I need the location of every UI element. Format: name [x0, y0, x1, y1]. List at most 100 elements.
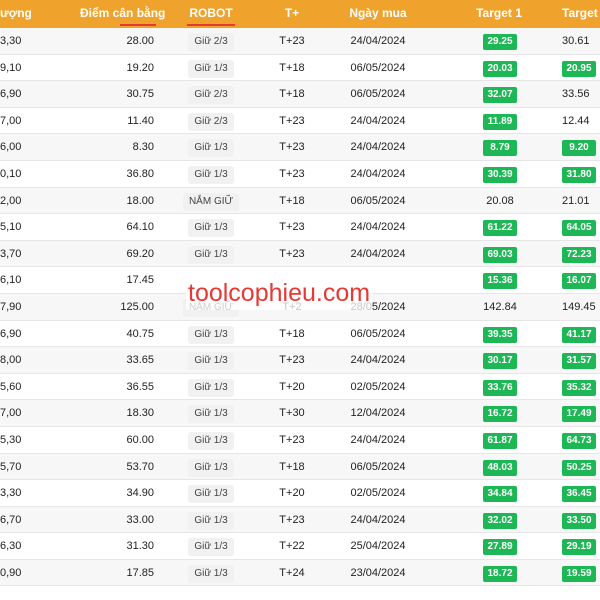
balance-cell: 18.00 — [126, 194, 154, 207]
t-plus-cell: T+23 — [279, 114, 305, 127]
buy-date-cell: 24/04/2024 — [350, 433, 406, 446]
target-1-cell-value: 15.36 — [483, 273, 517, 290]
robot-status-badge-value: Giữ 1/3 — [188, 564, 234, 583]
balance-cell: 31.30 — [126, 540, 154, 553]
balance-cell: 30.75 — [126, 88, 154, 101]
t-plus-cell: T+23 — [279, 141, 305, 154]
target-1-cell: 142.84 — [476, 294, 524, 320]
target-1-cell: 69.03 — [476, 241, 524, 267]
table-row[interactable]: 9,10 19.20 Giữ 1/3 T+18 06/05/2024 20.03 20.95 — [0, 54, 600, 82]
buy-date-cell: 24/04/2024 — [350, 513, 406, 526]
robot-status-badge: NẮM GIỮ — [180, 188, 242, 214]
balance-cell: 19.20 — [126, 61, 154, 74]
target-2-cell: 50.25 — [562, 454, 600, 480]
target-1-cell-value: 18.72 — [483, 565, 517, 582]
robot-status-badge: Giữ 2/3 — [180, 28, 242, 54]
target-2-cell-value: 33.56 — [562, 88, 590, 101]
robot-status-badge: Giữ 1/3 — [180, 55, 242, 81]
price-cell: 7,00 — [0, 407, 22, 420]
price-cell: 3,30 — [0, 35, 22, 47]
robot-status-badge: Giữ 1/3 — [180, 427, 242, 453]
target-2-cell-value: 35.32 — [562, 379, 596, 396]
target-2-cell-value: 36.45 — [562, 486, 596, 503]
target-2-cell-value: 16.07 — [562, 273, 596, 290]
target-1-cell: 20.03 — [476, 55, 524, 81]
balance-cell: 60.00 — [126, 433, 154, 446]
t-plus-cell: T+18 — [279, 327, 305, 340]
table-row[interactable]: 6,90 40.75 Giữ 1/3 T+18 06/05/2024 39.35 41.17 — [0, 320, 600, 348]
target-2-cell: 41.17 — [562, 321, 600, 347]
t-plus-cell: T+22 — [279, 540, 305, 553]
target-2-cell: 17.49 — [562, 400, 600, 426]
target-2-cell: 33.56 — [562, 81, 600, 107]
price-cell: 5,70 — [0, 460, 22, 473]
header-target-2[interactable]: Target 2 — [562, 0, 600, 28]
table-row[interactable]: 3,70 69.20 Giữ 1/3 T+23 24/04/2024 69.03 72.23 — [0, 240, 600, 268]
table-row[interactable]: 2,00 18.00 NẮM GIỮ T+18 06/05/2024 20.08 21.01 — [0, 187, 600, 215]
robot-status-badge-value: Giữ 1/3 — [188, 458, 234, 477]
table-row[interactable]: 3,30 34.90 Giữ 1/3 T+20 02/05/2024 34.84 36.45 — [0, 480, 600, 507]
price-cell: 0,90 — [0, 566, 22, 579]
price-cell: 6,90 — [0, 327, 22, 340]
target-2-cell-value: 149.45 — [562, 300, 596, 313]
t-plus-cell: T+23 — [279, 247, 305, 260]
table-row[interactable]: 6,30 31.30 Giữ 1/3 T+22 25/04/2024 27.89 29.19 — [0, 533, 600, 560]
price-cell: 3,70 — [0, 247, 22, 260]
buy-date-cell: 25/04/2024 — [350, 540, 406, 553]
table-row[interactable]: 5,60 36.55 Giữ 1/3 T+20 02/05/2024 33.76 35.32 — [0, 373, 600, 401]
target-1-cell: 61.22 — [476, 214, 524, 240]
table-row[interactable]: 7,00 18.30 Giữ 1/3 T+30 12/04/2024 16.72 17.49 — [0, 400, 600, 427]
target-2-cell-value: 33.50 — [562, 512, 596, 529]
robot-status-badge-value: Giữ 1/3 — [188, 165, 234, 184]
target-1-cell-value: 29.25 — [483, 34, 517, 50]
table-row[interactable]: 6,70 33.00 Giữ 1/3 T+23 24/04/2024 32.02 33.50 — [0, 506, 600, 534]
target-1-cell-value: 32.07 — [483, 87, 517, 104]
target-2-cell: 21.01 — [562, 188, 600, 214]
table-header: ượng Điểm cân bằng ROBOT T+ Ngày mua Tar… — [0, 0, 600, 28]
table-row[interactable]: 5,70 53.70 Giữ 1/3 T+18 06/05/2024 48.03 50.25 — [0, 453, 600, 481]
target-2-cell-value: 29.19 — [562, 539, 596, 556]
table-row[interactable]: 6,90 30.75 Giữ 2/3 T+18 06/05/2024 32.07 33.56 — [0, 81, 600, 108]
target-2-cell-value: 17.49 — [562, 406, 596, 423]
t-plus-cell: T+20 — [279, 487, 305, 500]
table-row[interactable]: 5,30 60.00 Giữ 1/3 T+23 24/04/2024 61.87 64.73 — [0, 426, 600, 454]
balance-cell: 40.75 — [126, 327, 154, 340]
price-cell: 2,00 — [0, 194, 22, 207]
balance-cell: 34.90 — [126, 487, 154, 500]
t-plus-cell: T+18 — [279, 61, 305, 74]
table-row[interactable]: 0,10 36.80 Giữ 1/3 T+23 24/04/2024 30.39 31.80 — [0, 160, 600, 188]
table-row[interactable]: 3,30 28.00 Giữ 2/3 T+23 24/04/2024 29.25 30.61 — [0, 28, 600, 55]
robot-status-badge: Giữ 1/3 — [180, 241, 242, 267]
balance-cell: 11.40 — [127, 114, 154, 127]
target-1-cell-value: 30.17 — [483, 353, 517, 370]
robot-status-badge-value: Giữ 1/3 — [188, 245, 234, 264]
target-1-cell: 30.17 — [476, 347, 524, 373]
balance-cell: 17.85 — [126, 566, 154, 579]
header-price[interactable]: ượng — [0, 0, 32, 28]
robot-status-badge-value: Giữ 1/3 — [188, 139, 234, 158]
robot-status-badge: Giữ 1/3 — [180, 454, 242, 480]
target-2-cell: 33.50 — [562, 507, 600, 533]
robot-status-badge-value: Giữ 1/3 — [188, 378, 234, 397]
robot-status-badge: Giữ 1/3 — [180, 400, 242, 426]
target-1-cell: 34.84 — [476, 480, 524, 506]
target-1-cell: 8.79 — [476, 134, 524, 160]
header-buy-date[interactable]: Ngày mua — [340, 0, 416, 28]
table-row[interactable]: 7,00 11.40 Giữ 2/3 T+23 24/04/2024 11.89 12.44 — [0, 107, 600, 135]
target-1-cell: 32.02 — [476, 507, 524, 533]
target-2-cell-value: 64.05 — [562, 220, 596, 237]
table-row[interactable]: 8,00 33.65 Giữ 1/3 T+23 24/04/2024 30.17 31.57 — [0, 347, 600, 374]
table-row[interactable]: 6,00 8.30 Giữ 1/3 T+23 24/04/2024 8.79 9.20 — [0, 134, 600, 161]
header-t-plus[interactable]: T+ — [268, 0, 316, 28]
robot-status-badge: Giữ 1/3 — [180, 533, 242, 559]
target-1-cell: 61.87 — [476, 427, 524, 453]
table-row[interactable]: 5,10 64.10 Giữ 1/3 T+23 24/04/2024 61.22 64.05 — [0, 214, 600, 241]
balance-cell: 17.45 — [126, 274, 154, 287]
price-cell: 6,00 — [0, 141, 22, 154]
t-plus-cell: T+18 — [279, 194, 305, 207]
header-target-1[interactable]: Target 1 — [466, 0, 532, 28]
target-2-cell: 31.57 — [562, 347, 600, 373]
table-row[interactable]: 0,90 17.85 Giữ 1/3 T+24 23/04/2024 18.72 19.59 — [0, 559, 600, 587]
t-plus-cell: T+24 — [279, 566, 305, 579]
buy-date-cell: 06/05/2024 — [350, 61, 406, 74]
